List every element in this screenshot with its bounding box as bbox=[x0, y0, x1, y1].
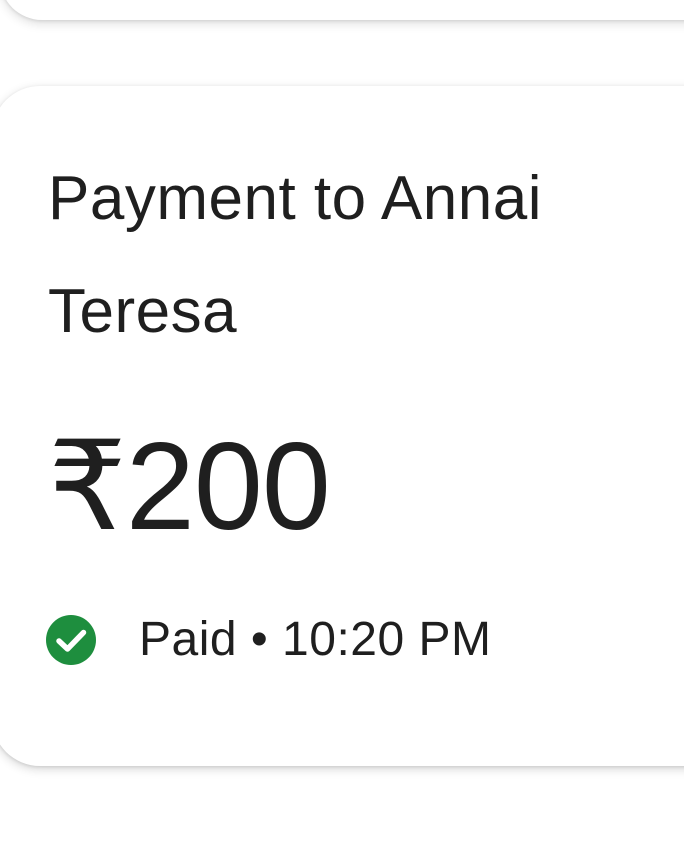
screen: Payment to Annai Teresa ₹200 Paid • 10:2… bbox=[0, 0, 684, 848]
payment-status-text: Paid • 10:20 PM bbox=[139, 613, 492, 666]
check-circle-icon bbox=[45, 614, 97, 666]
payment-status-row: Paid • 10:20 PM bbox=[45, 610, 668, 670]
payment-amount: ₹200 bbox=[48, 418, 331, 556]
transaction-card-content: Payment to Annai Teresa ₹200 Paid • 10:2… bbox=[45, 156, 668, 670]
payment-title: Payment to Annai Teresa bbox=[48, 164, 542, 346]
previous-transaction-card[interactable] bbox=[0, 0, 684, 20]
transaction-card[interactable]: Payment to Annai Teresa ₹200 Paid • 10:2… bbox=[0, 86, 684, 766]
